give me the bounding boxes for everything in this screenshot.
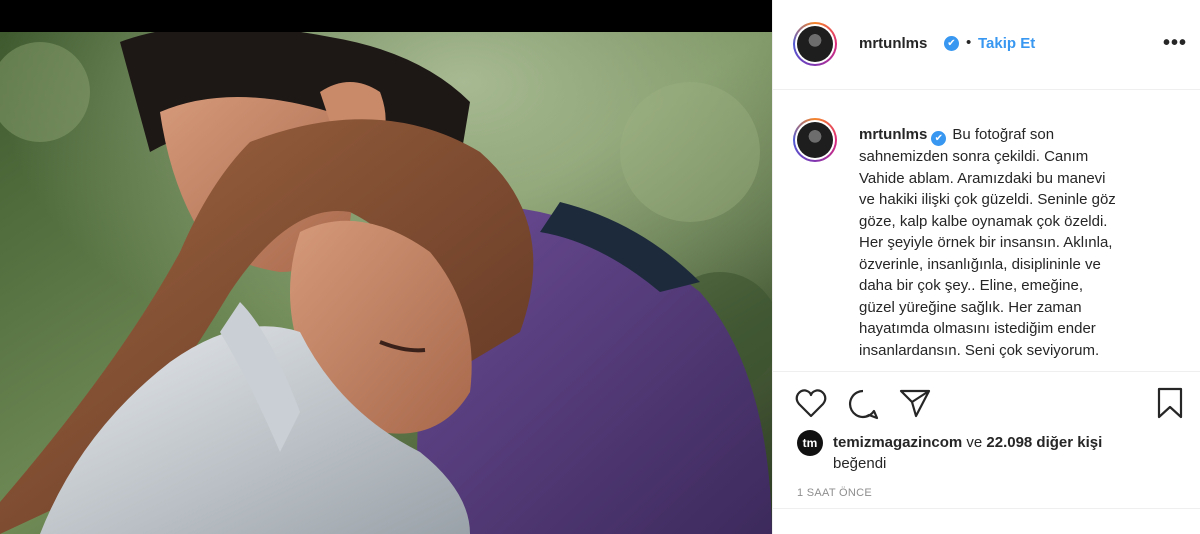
likes-suffix: beğendi: [833, 455, 887, 472]
profile-photo: [797, 26, 833, 62]
post-timestamp[interactable]: 1 SAAT ÖNCE: [797, 487, 872, 499]
share-icon[interactable]: [899, 388, 931, 418]
post-header: mrtunlms ✔ • Takip Et •••: [773, 0, 1200, 90]
caption-line: insanlardansın. Seni çok seviyorum.: [859, 341, 1100, 359]
post-caption: mrtunlms ✔ Bu fotoğraf son sahnemizden son…: [859, 124, 1159, 361]
heart-icon[interactable]: [795, 388, 827, 418]
bookmark-icon[interactable]: [1157, 387, 1183, 419]
separator-dot: •: [966, 34, 972, 51]
caption-line: Bu fotoğraf son: [952, 126, 1055, 143]
likes-connector: ve: [966, 434, 983, 451]
likes-count-link[interactable]: 22.098 diğer kişi: [986, 434, 1102, 451]
username-link[interactable]: mrtunlms: [859, 35, 927, 52]
caption-line: güzel yüreğine sağlık. Her zaman: [859, 298, 1082, 316]
post-photo[interactable]: [0, 0, 772, 534]
embracing-couple-photo: [0, 32, 772, 534]
caption-line: sahnemizden sonra çekildi. Canım: [859, 148, 1089, 165]
follow-button[interactable]: Takip Et: [978, 35, 1035, 52]
liker-username-link[interactable]: temizmagazincom: [833, 434, 962, 451]
caption-line: ve hakiki ilişki çok güzeldi. Seninle gö…: [859, 191, 1116, 208]
avatar[interactable]: [793, 22, 837, 66]
post-side-panel: mrtunlms ✔ • Takip Et ••• mrtunlms ✔ Bu fo…: [772, 0, 1200, 534]
profile-photo: [797, 122, 833, 158]
likes-text: temizmagazincom ve 22.098 diğer kişi beğ…: [833, 432, 1173, 474]
liker-avatar[interactable]: tm: [797, 430, 823, 456]
post-actions: [773, 372, 1200, 432]
verified-badge-icon: ✔: [944, 36, 959, 51]
caption-line: özverinle, insanlığınla, disiplininle ve: [859, 255, 1101, 273]
photo-top-bar: [0, 0, 772, 32]
comment-icon[interactable]: [847, 388, 879, 420]
caption-line: Her şeyiyle örnek bir insansın. Aklınla,: [859, 234, 1113, 251]
divider: [773, 508, 1200, 509]
caption-area[interactable]: mrtunlms ✔ Bu fotoğraf son sahnemizden son…: [773, 90, 1200, 372]
caption-avatar[interactable]: [793, 118, 837, 162]
verified-badge-icon: ✔: [931, 131, 947, 146]
caption-username-link[interactable]: mrtunlms: [859, 126, 927, 143]
caption-line: daha bir çok şey.. Eline, emeğine,: [859, 277, 1084, 294]
more-options-icon[interactable]: •••: [1163, 33, 1187, 53]
caption-line: göze, kalp kalbe oynamak çok özeldi.: [859, 212, 1108, 230]
caption-line: hayatımda olmasını istediğim ender: [859, 320, 1096, 337]
caption-line: Vahide ablam. Aramızdaki bu manevi: [859, 169, 1106, 187]
